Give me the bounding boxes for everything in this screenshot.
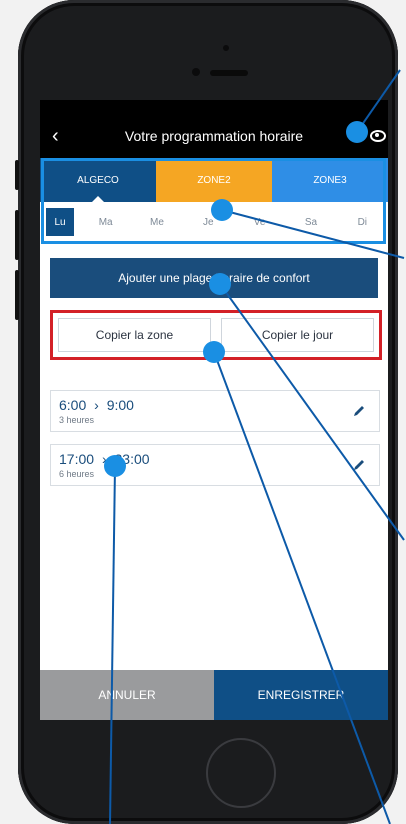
chevron-right-icon: › xyxy=(94,397,99,413)
page-title: Votre programmation horaire xyxy=(124,128,304,144)
front-camera xyxy=(192,68,200,76)
copy-zone-button[interactable]: Copier la zone xyxy=(58,318,211,352)
day-selector: Lu Ma Me Je Ve Sa Di xyxy=(40,202,388,242)
day-me[interactable]: Me xyxy=(131,202,182,242)
day-ve[interactable]: Ve xyxy=(234,202,285,242)
side-button xyxy=(15,160,19,190)
eye-icon[interactable] xyxy=(370,130,386,142)
day-je[interactable]: Je xyxy=(183,202,234,242)
tab-label: ZONE3 xyxy=(313,174,347,186)
copy-day-button[interactable]: Copier le jour xyxy=(221,318,374,352)
slot-time: 6:00 › 9:00 xyxy=(59,397,134,413)
day-ma[interactable]: Ma xyxy=(80,202,131,242)
chevron-right-icon: › xyxy=(101,451,107,467)
earpiece-speaker xyxy=(210,70,248,76)
add-comfort-slot-button[interactable]: Ajouter une plage horaire de confort xyxy=(50,258,378,298)
tab-zone2[interactable]: ZONE2 xyxy=(156,158,272,202)
app-screen: ‹ Votre programmation horaire ALGECO ZON… xyxy=(40,100,388,720)
slot-start: 17:00 xyxy=(59,451,95,467)
pencil-icon[interactable] xyxy=(351,457,367,473)
time-slot[interactable]: 17:00 › 23:00 6 heures xyxy=(50,444,380,486)
slot-end: 9:00 xyxy=(106,397,134,413)
home-button[interactable] xyxy=(206,738,276,808)
day-sa[interactable]: Sa xyxy=(285,202,336,242)
slot-duration: 6 heures xyxy=(59,469,95,479)
sensor-dot xyxy=(223,45,229,51)
day-lu[interactable]: Lu xyxy=(46,208,74,236)
pencil-icon[interactable] xyxy=(351,403,367,419)
save-button[interactable]: ENREGISTRER xyxy=(214,670,388,720)
cancel-button[interactable]: ANNULER xyxy=(40,670,214,720)
volume-up-button xyxy=(15,210,19,260)
copy-actions-highlight: Copier la zone Copier le jour xyxy=(50,310,382,360)
tab-zone3[interactable]: ZONE3 xyxy=(272,158,388,202)
slot-time: 17:00 › 23:00 xyxy=(59,451,150,467)
tab-label: ZONE2 xyxy=(197,174,231,186)
day-di[interactable]: Di xyxy=(337,202,388,242)
volume-down-button xyxy=(15,270,19,320)
slot-end: 23:00 xyxy=(114,451,150,467)
zone-tabs: ALGECO ZONE2 ZONE3 xyxy=(40,158,388,203)
time-slot[interactable]: 6:00 › 9:00 3 heures xyxy=(50,390,380,432)
bottom-actions: ANNULER ENREGISTRER xyxy=(40,670,388,720)
slot-start: 6:00 xyxy=(59,397,87,413)
tab-algeco[interactable]: ALGECO xyxy=(40,158,156,203)
tab-label: ALGECO xyxy=(77,174,119,186)
slot-duration: 3 heures xyxy=(59,415,95,425)
